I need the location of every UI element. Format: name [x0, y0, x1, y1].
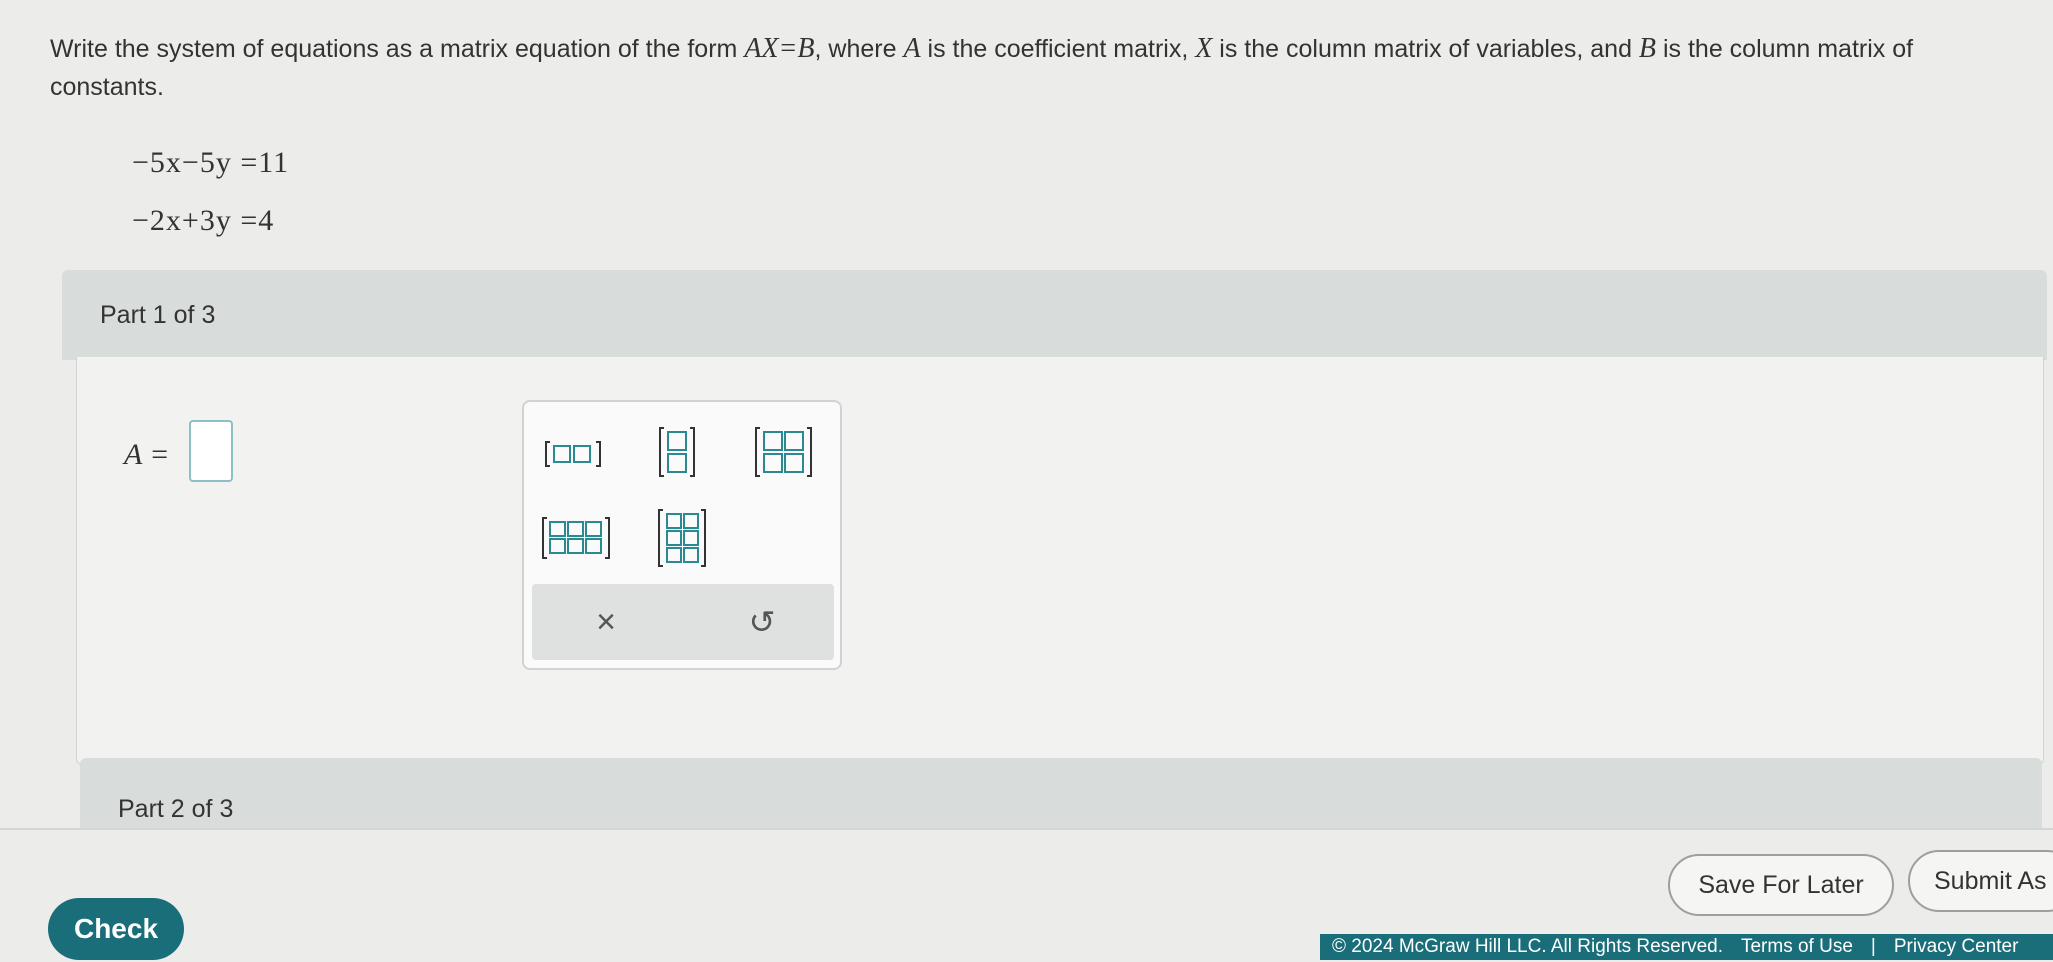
privacy-center-link[interactable]: Privacy Center [1894, 936, 2019, 958]
matrix-answer-input[interactable] [189, 420, 233, 482]
answer-label: A = [124, 438, 170, 472]
footer: © 2024 McGraw Hill LLC. All Rights Reser… [1320, 934, 2053, 960]
matrix-palette: × ↺ [522, 400, 842, 670]
question-text-part: , where [814, 35, 904, 63]
part-1-panel [76, 357, 2044, 766]
matrix-2x3-icon[interactable] [540, 514, 614, 567]
variable-a: A [903, 33, 921, 64]
save-for-later-button[interactable]: Save For Later [1668, 854, 1894, 916]
matrix-1x2-icon[interactable] [544, 436, 604, 477]
palette-footer: × ↺ [532, 584, 834, 660]
footer-separator: | [1870, 936, 1876, 957]
answer-label-text: A = [124, 438, 170, 471]
question-text-part: Write the system of equations as a matri… [50, 35, 745, 63]
terms-of-use-link[interactable]: Terms of Use [1741, 936, 1853, 958]
check-button[interactable]: Check [48, 898, 184, 960]
undo-icon[interactable]: ↺ [722, 594, 802, 650]
question-text-part: is the column matrix of variables, and [1212, 35, 1639, 63]
matrix-equation-form: AX=B [744, 33, 815, 64]
variable-x: X [1195, 33, 1213, 64]
equation-1: −5x−5y =11 [132, 146, 290, 179]
question-text: Write the system of equations as a matri… [50, 30, 2010, 106]
matrix-2x2-icon[interactable] [752, 424, 814, 485]
clear-icon[interactable]: × [566, 594, 646, 650]
part-2-label: Part 2 of 3 [118, 794, 234, 823]
matrix-3x2-icon[interactable] [656, 506, 708, 575]
equation-2: −2x+3y =4 [132, 204, 275, 237]
variable-b: B [1638, 33, 1657, 64]
part-1-label: Part 1 of 3 [100, 300, 216, 329]
question-text-part: is the coefficient matrix, [920, 35, 1196, 63]
matrix-2x1-icon[interactable] [656, 424, 700, 485]
part-1-header: Part 1 of 3 [62, 270, 2047, 360]
copyright-text: © 2024 McGraw Hill LLC. All Rights Reser… [1332, 936, 1723, 957]
submit-assignment-button[interactable]: Submit As [1908, 850, 2053, 912]
